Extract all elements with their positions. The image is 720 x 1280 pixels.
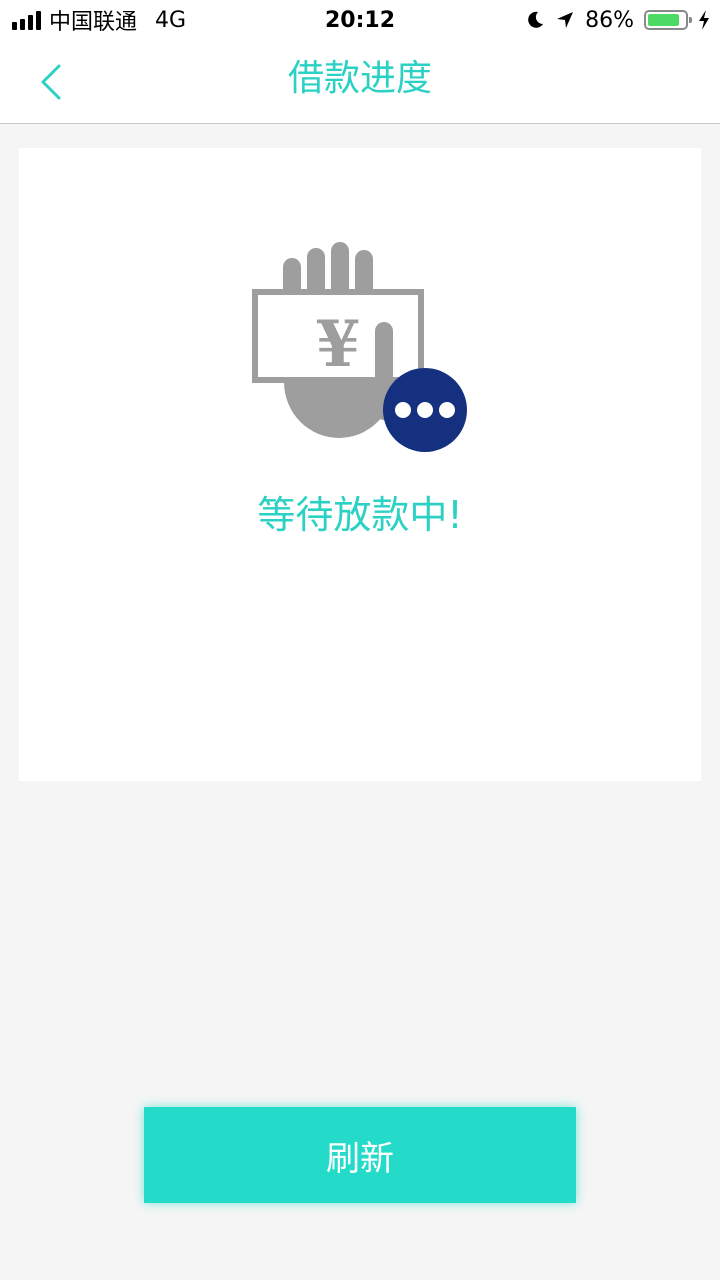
battery-cap [689, 17, 692, 23]
loan-status-card: ¥ 等待放款中! [19, 148, 701, 781]
network-type: 4G [155, 7, 187, 33]
chevron-left-icon [41, 64, 61, 100]
currency-symbol: ¥ [316, 307, 361, 382]
status-right: 86% [525, 0, 710, 40]
moon-icon [528, 11, 544, 28]
nav-bar: 借款进度 [0, 40, 720, 124]
carrier-name: 中国联通 [49, 10, 138, 35]
battery-fill [648, 14, 679, 26]
charging-bolt-icon [699, 10, 709, 30]
signal-icon [12, 10, 41, 30]
status-bar: 中国联通 4G 20:12 86% [0, 0, 720, 40]
battery-icon [644, 10, 692, 30]
refresh-button[interactable]: 刷新 [144, 1107, 576, 1203]
back-button[interactable] [24, 54, 80, 110]
pending-dot [439, 402, 455, 418]
location-arrow-icon [557, 12, 574, 28]
page-title: 借款进度 [287, 58, 432, 99]
status-message: 等待放款中! [257, 493, 463, 537]
pending-dot [417, 402, 433, 418]
hand-money-pending-icon: ¥ [252, 242, 467, 452]
pending-dot [395, 402, 411, 418]
battery-percent: 86% [585, 7, 634, 33]
